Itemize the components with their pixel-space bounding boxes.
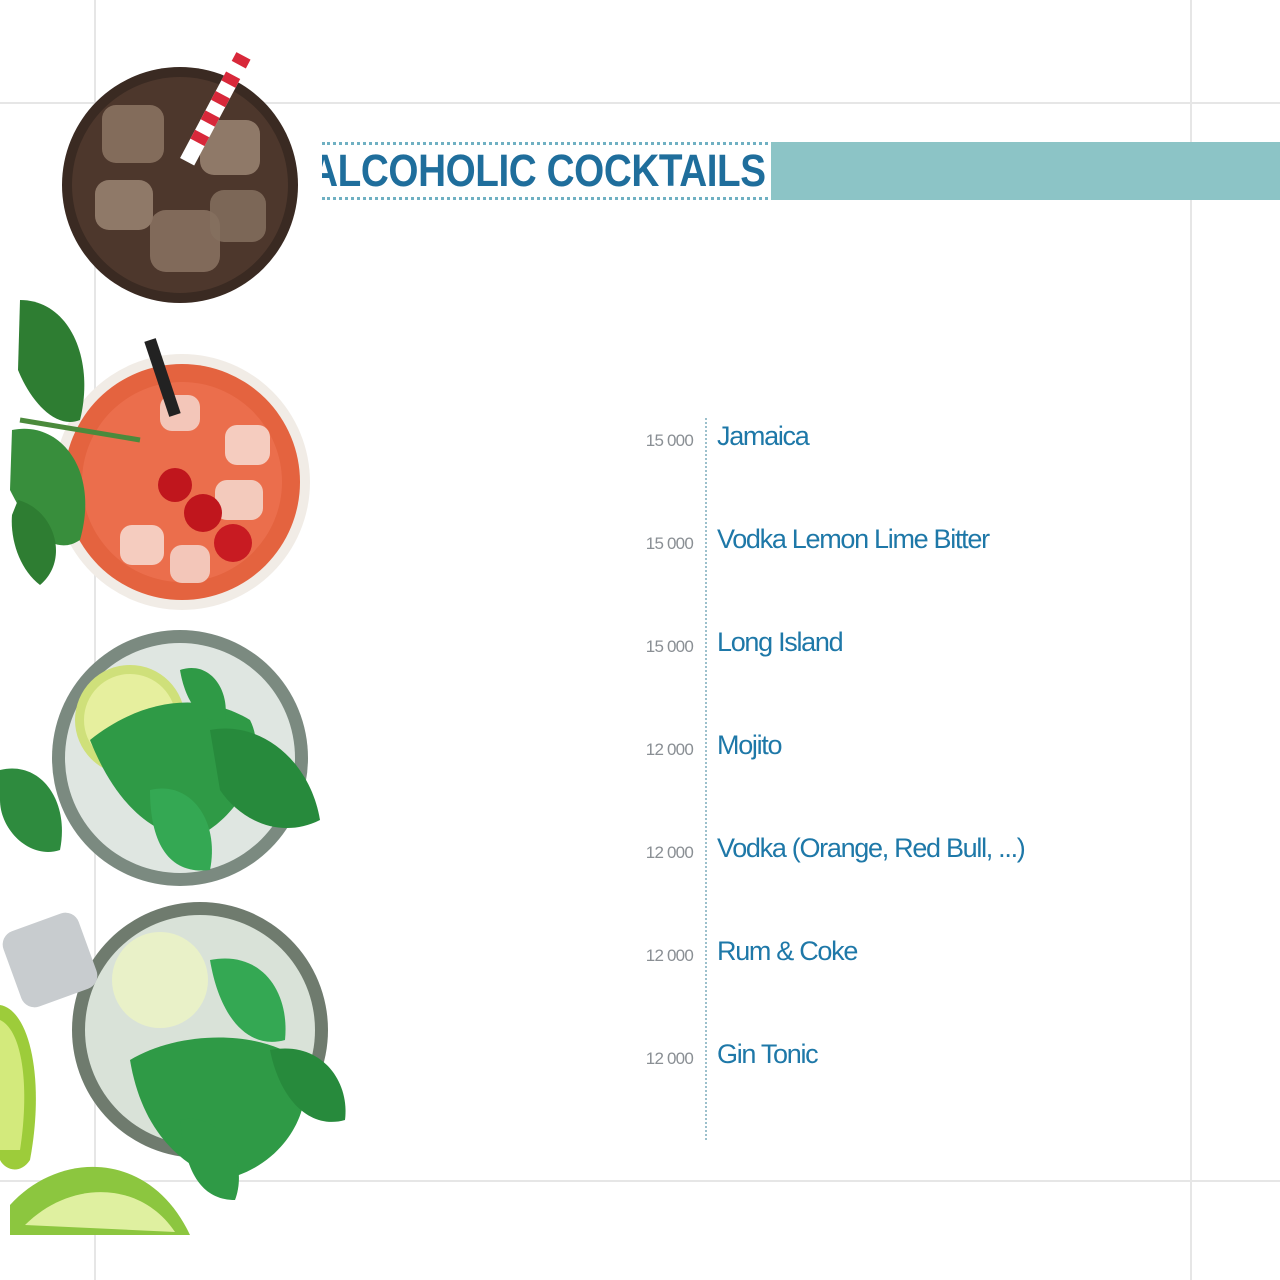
item-name: Mojito	[717, 730, 783, 760]
item-price: 15 000	[645, 534, 694, 553]
item-name: Gin Tonic	[717, 1039, 819, 1069]
mojito-glass	[0, 630, 320, 886]
item-price: 15 000	[645, 637, 694, 656]
menu-item: 15 000 Vodka Lemon Lime Bitter	[600, 524, 1200, 564]
page-title: ALCOHOLIC COCKTAILS	[322, 145, 766, 196]
cola-glass	[62, 43, 298, 303]
item-name: Vodka (Orange, Red Bull, ...)	[717, 833, 1026, 863]
item-price: 12 000	[645, 946, 694, 965]
title-accent-bar	[771, 142, 1280, 200]
menu-item: 15 000 Long Island	[600, 627, 1200, 667]
menu-item: 12 000 Vodka (Orange, Red Bull, ...)	[600, 833, 1200, 873]
menu-item: 12 000 Gin Tonic	[600, 1039, 1200, 1079]
item-price: 12 000	[645, 740, 694, 759]
menu-item: 12 000 Mojito	[600, 730, 1200, 770]
item-name: Vodka Lemon Lime Bitter	[717, 524, 990, 554]
menu-item: 15 000 Jamaica	[600, 421, 1200, 461]
item-name: Long Island	[717, 627, 844, 657]
item-name: Rum & Coke	[717, 936, 858, 966]
item-price: 15 000	[645, 431, 694, 450]
mojito-glass-with-lime	[0, 902, 346, 1235]
red-cocktail-glass	[10, 300, 310, 610]
item-price: 12 000	[645, 1049, 694, 1068]
title-band: ALCOHOLIC COCKTAILS	[322, 142, 768, 200]
menu-item: 12 000 Rum & Coke	[600, 936, 1200, 976]
item-price: 12 000	[645, 843, 694, 862]
item-name: Jamaica	[717, 421, 810, 451]
